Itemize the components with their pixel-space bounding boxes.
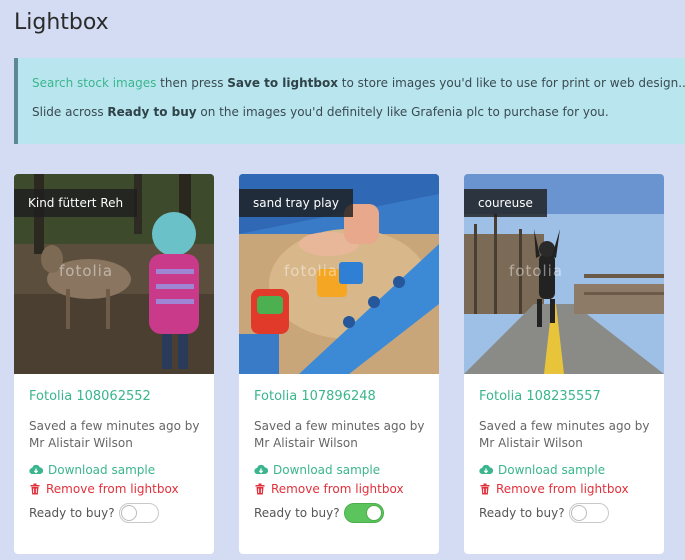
saved-line-2: Mr Alistair Wilson [479, 436, 583, 450]
image-id-link[interactable]: Fotolia 107896248 [254, 388, 434, 406]
trash-icon [255, 483, 265, 495]
card-image[interactable]: fotolia Kind füttert Reh [14, 174, 214, 374]
info-bold: Save to lightbox [227, 76, 338, 90]
saved-info: Saved a few minutes ago by Mr Alistair W… [254, 418, 434, 452]
ready-to-buy-row: Ready to buy? [29, 503, 209, 523]
lightbox-card: fotolia sand tray play Fotolia 107896248… [239, 174, 439, 554]
watermark-text: fotolia [59, 262, 114, 280]
info-text: then press [156, 76, 228, 90]
saved-line-2: Mr Alistair Wilson [29, 436, 133, 450]
cloud-download-icon [479, 464, 493, 475]
trash-icon [480, 483, 490, 495]
watermark-text: fotolia [284, 262, 339, 280]
download-sample-label: Download sample [498, 463, 606, 477]
image-id-link[interactable]: Fotolia 108062552 [29, 388, 209, 406]
remove-from-lightbox-link[interactable]: Remove from lightbox [254, 481, 434, 497]
image-title-tag: coureuse [464, 189, 547, 217]
download-sample-link[interactable]: Download sample [479, 462, 659, 478]
lightbox-card: fotolia Kind füttert Reh Fotolia 1080625… [14, 174, 214, 554]
info-bold: Ready to buy [107, 105, 197, 119]
ready-to-buy-row: Ready to buy? [479, 503, 659, 523]
card-image[interactable]: fotolia coureuse [464, 174, 664, 374]
saved-line-1: Saved a few minutes ago by [254, 419, 425, 433]
toggle-knob [120, 505, 137, 521]
ready-to-buy-toggle[interactable] [568, 503, 609, 523]
ready-to-buy-label: Ready to buy? [479, 506, 565, 520]
saved-info: Saved a few minutes ago by Mr Alistair W… [479, 418, 659, 452]
info-text: Slide across [32, 105, 108, 119]
download-sample-link[interactable]: Download sample [254, 462, 434, 478]
saved-info: Saved a few minutes ago by Mr Alistair W… [29, 418, 209, 452]
image-title-tag: Kind füttert Reh [14, 189, 138, 217]
info-line-1: Search stock images then press Save to l… [32, 75, 685, 91]
card-body: Fotolia 108062552 Saved a few minutes ag… [29, 388, 209, 523]
watermark-text: fotolia [509, 262, 564, 280]
download-sample-link[interactable]: Download sample [29, 462, 209, 478]
download-sample-label: Download sample [48, 463, 156, 477]
remove-from-lightbox-label: Remove from lightbox [46, 482, 179, 496]
card-image[interactable]: fotolia sand tray play [239, 174, 439, 374]
saved-line-1: Saved a few minutes ago by [29, 419, 200, 433]
ready-to-buy-row: Ready to buy? [254, 503, 434, 523]
search-stock-images-link[interactable]: Search stock images [32, 76, 156, 90]
download-sample-label: Download sample [273, 463, 381, 477]
info-line-2: Slide across Ready to buy on the images … [32, 104, 685, 120]
remove-from-lightbox-link[interactable]: Remove from lightbox [479, 481, 659, 497]
lightbox-card: fotolia coureuse Fotolia 108235557 Saved… [464, 174, 664, 554]
ready-to-buy-toggle[interactable] [118, 503, 159, 523]
info-text: to store images you'd like to use for pr… [337, 76, 685, 90]
info-text: on the images you'd definitely like Graf… [196, 105, 609, 119]
card-body: Fotolia 107896248 Saved a few minutes ag… [254, 388, 434, 523]
remove-from-lightbox-label: Remove from lightbox [496, 482, 629, 496]
saved-line-1: Saved a few minutes ago by [479, 419, 650, 433]
ready-to-buy-label: Ready to buy? [29, 506, 115, 520]
image-title-tag: sand tray play [239, 189, 353, 217]
card-body: Fotolia 108235557 Saved a few minutes ag… [479, 388, 659, 523]
ready-to-buy-toggle[interactable] [343, 503, 384, 523]
page-title: Lightbox [14, 10, 109, 35]
trash-icon [30, 483, 40, 495]
info-box: Search stock images then press Save to l… [14, 58, 685, 144]
remove-from-lightbox-link[interactable]: Remove from lightbox [29, 481, 209, 497]
image-id-link[interactable]: Fotolia 108235557 [479, 388, 659, 406]
toggle-knob [365, 505, 382, 521]
ready-to-buy-label: Ready to buy? [254, 506, 340, 520]
saved-line-2: Mr Alistair Wilson [254, 436, 358, 450]
toggle-knob [570, 505, 587, 521]
cloud-download-icon [254, 464, 268, 475]
cloud-download-icon [29, 464, 43, 475]
remove-from-lightbox-label: Remove from lightbox [271, 482, 404, 496]
